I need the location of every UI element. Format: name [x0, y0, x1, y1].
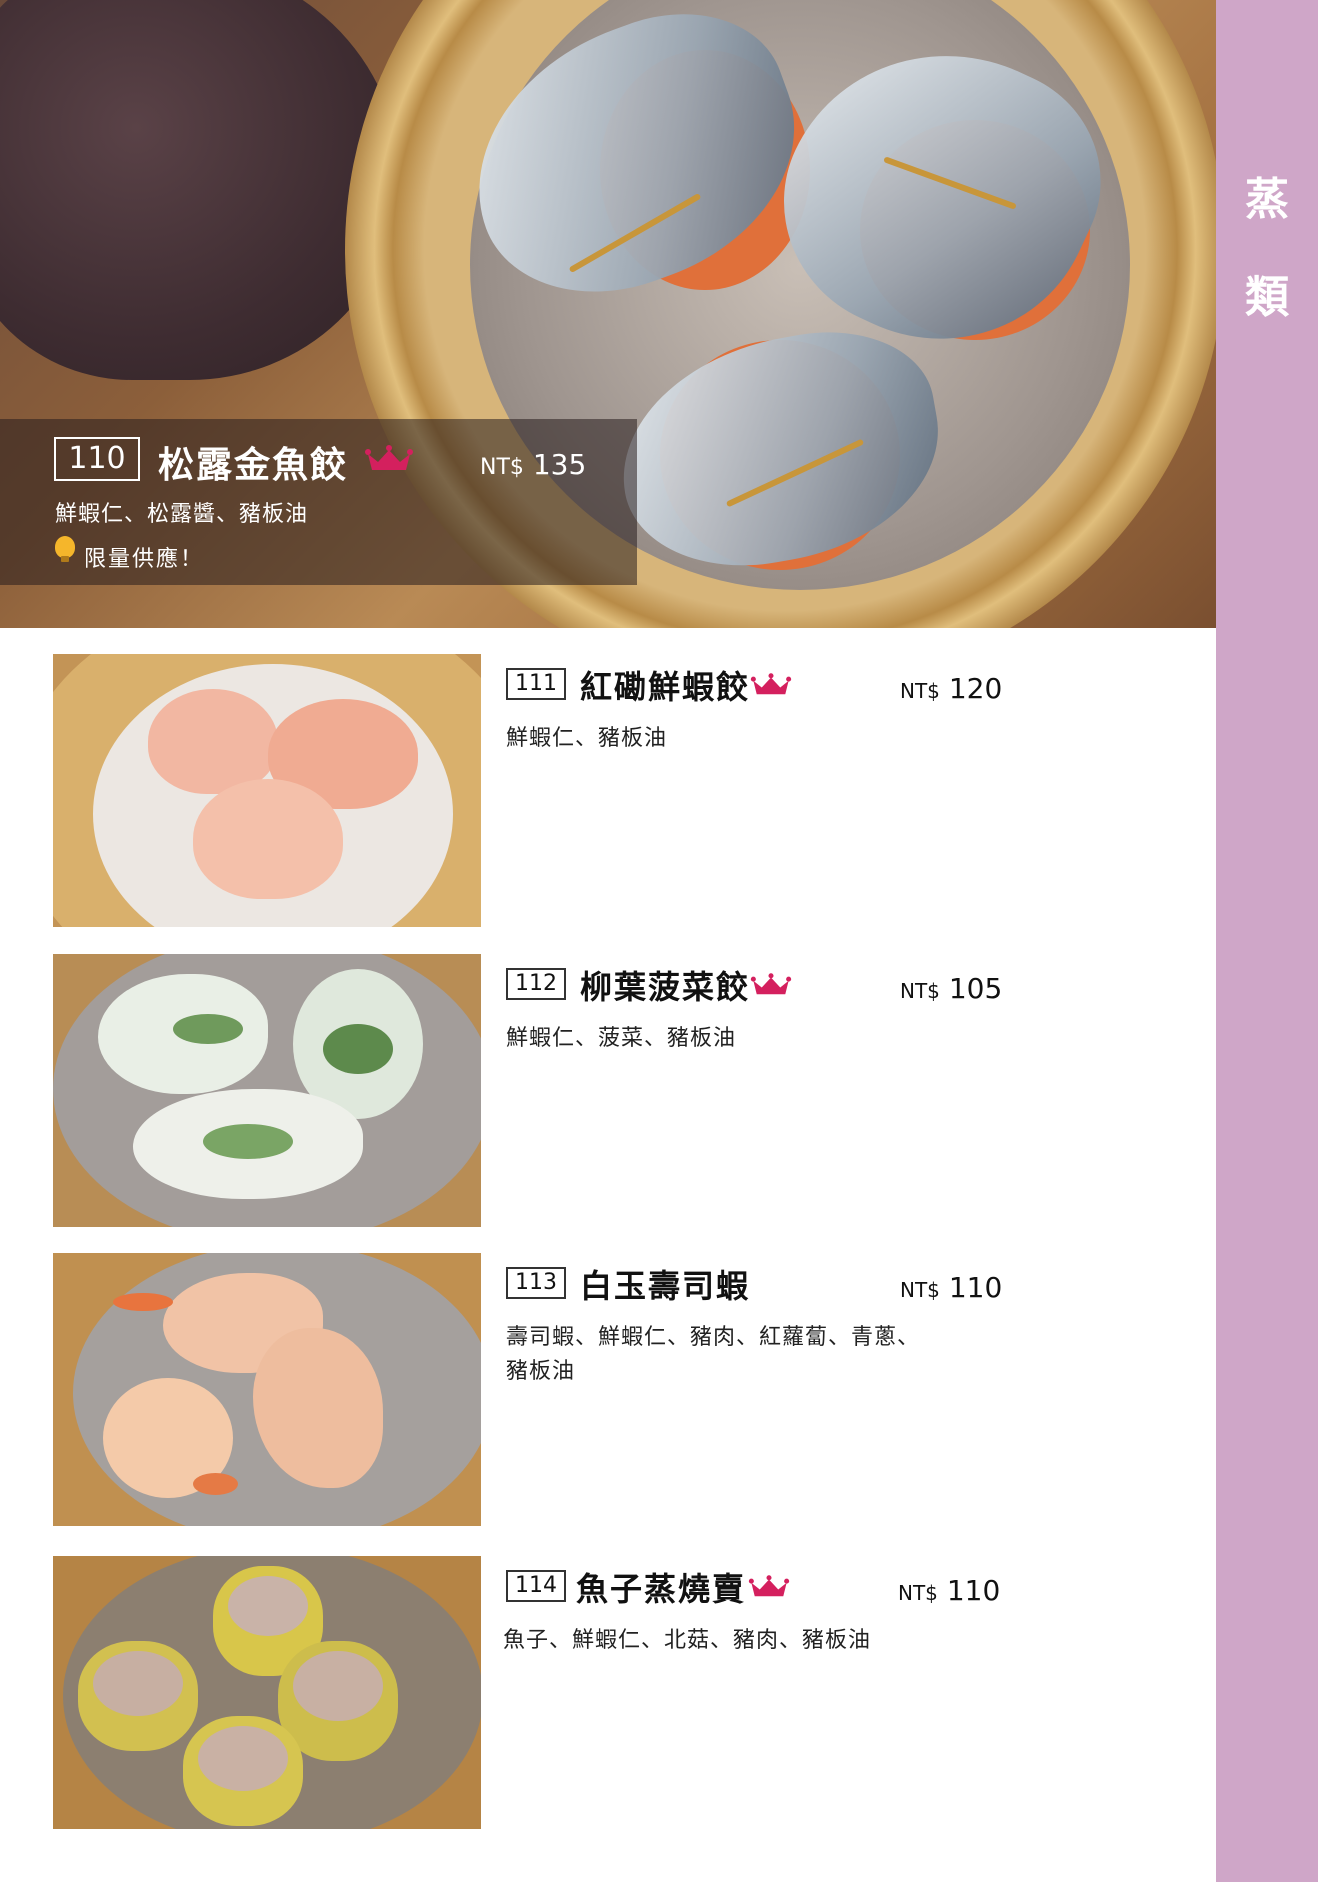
price-value: 105: [948, 972, 1003, 1005]
item-price: NT$ 135: [480, 448, 586, 481]
cloth-decoration: [0, 0, 400, 380]
category-sidebar: 蒸 類: [1216, 0, 1318, 1882]
item-price: NT$ 120: [900, 672, 1002, 705]
item-photo: [53, 1253, 481, 1526]
item-price: NT$ 105: [900, 972, 1002, 1005]
item-name: 紅磡鮮蝦餃: [580, 668, 751, 706]
item-price: NT$ 110: [900, 1271, 1002, 1304]
crown-icon: [748, 1575, 790, 1597]
category-char-2: 類: [1245, 272, 1289, 323]
currency-label: NT$: [898, 1581, 938, 1605]
lightbulb-icon: [55, 536, 75, 562]
item-description: 壽司蝦、鮮蝦仁、豬肉、紅蘿蔔、青蔥、豬板油: [506, 1325, 921, 1384]
limited-note: 限量供應！: [84, 547, 205, 572]
item-description: 魚子、鮮蝦仁、北菇、豬肉、豬板油: [503, 1628, 872, 1653]
menu-item: 114 魚子蒸燒賣 NT$ 110 魚子、鮮蝦仁、北菇、豬肉、豬板油: [0, 1556, 1216, 1836]
crown-icon: [750, 973, 792, 995]
item-number: 113: [506, 1267, 566, 1299]
crown-icon: [750, 673, 792, 695]
item-number: 110: [54, 437, 140, 481]
item-photo: [53, 654, 481, 927]
item-photo: [53, 1556, 481, 1829]
price-value: 135: [532, 448, 587, 481]
currency-label: NT$: [900, 1278, 940, 1302]
price-value: 120: [948, 672, 1003, 705]
item-number: 111: [506, 668, 566, 700]
menu-item: 111 紅磡鮮蝦餃 NT$ 120 鮮蝦仁、豬板油: [0, 654, 1216, 934]
currency-label: NT$: [480, 455, 524, 480]
item-number: 112: [506, 968, 566, 1000]
item-name: 柳葉菠菜餃: [580, 968, 751, 1006]
menu-item: 112 柳葉菠菜餃 NT$ 105 鮮蝦仁、菠菜、豬板油: [0, 954, 1216, 1234]
item-price: NT$ 110: [898, 1574, 1000, 1607]
item-number: 114: [506, 1570, 566, 1602]
item-description: 鮮蝦仁、菠菜、豬板油: [506, 1026, 737, 1051]
crown-icon: [365, 445, 413, 470]
item-name: 松露金魚餃: [158, 445, 349, 486]
item-name: 白玉壽司蝦: [580, 1267, 751, 1305]
price-value: 110: [946, 1574, 1001, 1607]
item-photo: [53, 954, 481, 1227]
item-name: 魚子蒸燒賣: [576, 1570, 747, 1608]
item-description: 鮮蝦仁、豬板油: [506, 726, 668, 751]
item-description: 鮮蝦仁、松露醬、豬板油: [55, 502, 309, 527]
menu-item: 113 白玉壽司蝦 NT$ 110 壽司蝦、鮮蝦仁、豬肉、紅蘿蔔、青蔥、豬板油: [0, 1253, 1216, 1533]
price-value: 110: [948, 1271, 1003, 1304]
category-char-1: 蒸: [1245, 174, 1289, 225]
currency-label: NT$: [900, 979, 940, 1003]
currency-label: NT$: [900, 679, 940, 703]
